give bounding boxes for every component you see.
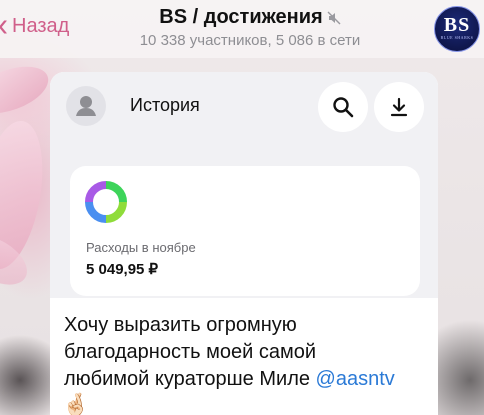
search-icon (318, 82, 368, 132)
message-image[interactable]: История Расходы в ноябре 5 049,95 ₽ (50, 72, 438, 298)
card-value: 5 049,95 ₽ (86, 261, 159, 278)
chat-header: ‹ Назад BS / достижения 10 338 участнико… (0, 0, 484, 58)
message-text: Хочу выразить огромную благодарность мое… (64, 312, 434, 393)
avatar-logo-subtext: BLUE SHARKS (440, 35, 474, 40)
download-icon (374, 82, 424, 132)
chat-avatar[interactable]: BS BLUE SHARKS (434, 6, 480, 52)
message-line: Хочу выразить огромную (64, 314, 297, 336)
chat-subtitle: 10 338 участников, 5 086 в сети (139, 32, 361, 49)
avatar-logo-text: BS (443, 14, 471, 36)
chat-title: BS / достижения (159, 6, 341, 29)
message-bubble[interactable]: История Расходы в ноябре 5 049,95 ₽ Хочу… (50, 72, 438, 415)
chat-title-area[interactable]: BS / достижения 10 338 участников, 5 086… (100, 6, 400, 49)
expenses-card: Расходы в ноябре 5 049,95 ₽ (70, 166, 420, 296)
mention-link[interactable]: @aasntv (316, 368, 395, 390)
chart-ring-icon (85, 181, 127, 223)
card-label: Расходы в ноябре (86, 240, 196, 255)
fingers-crossed-emoji: 🤞🏻 (62, 392, 90, 415)
screenshot-title: История (130, 95, 200, 115)
mute-icon (327, 11, 341, 24)
back-chevron-icon: ‹ (0, 9, 8, 42)
message-line: благодарность моей самой (64, 341, 317, 363)
message-line-text: любимой кураторше Миле (64, 368, 316, 390)
profile-icon (66, 86, 106, 126)
message-line: любимой кураторше Миле @aasntv (64, 366, 434, 393)
back-button[interactable]: ‹ Назад (0, 9, 70, 42)
chat-title-text: BS / достижения (159, 6, 323, 28)
back-label: Назад (12, 14, 70, 37)
